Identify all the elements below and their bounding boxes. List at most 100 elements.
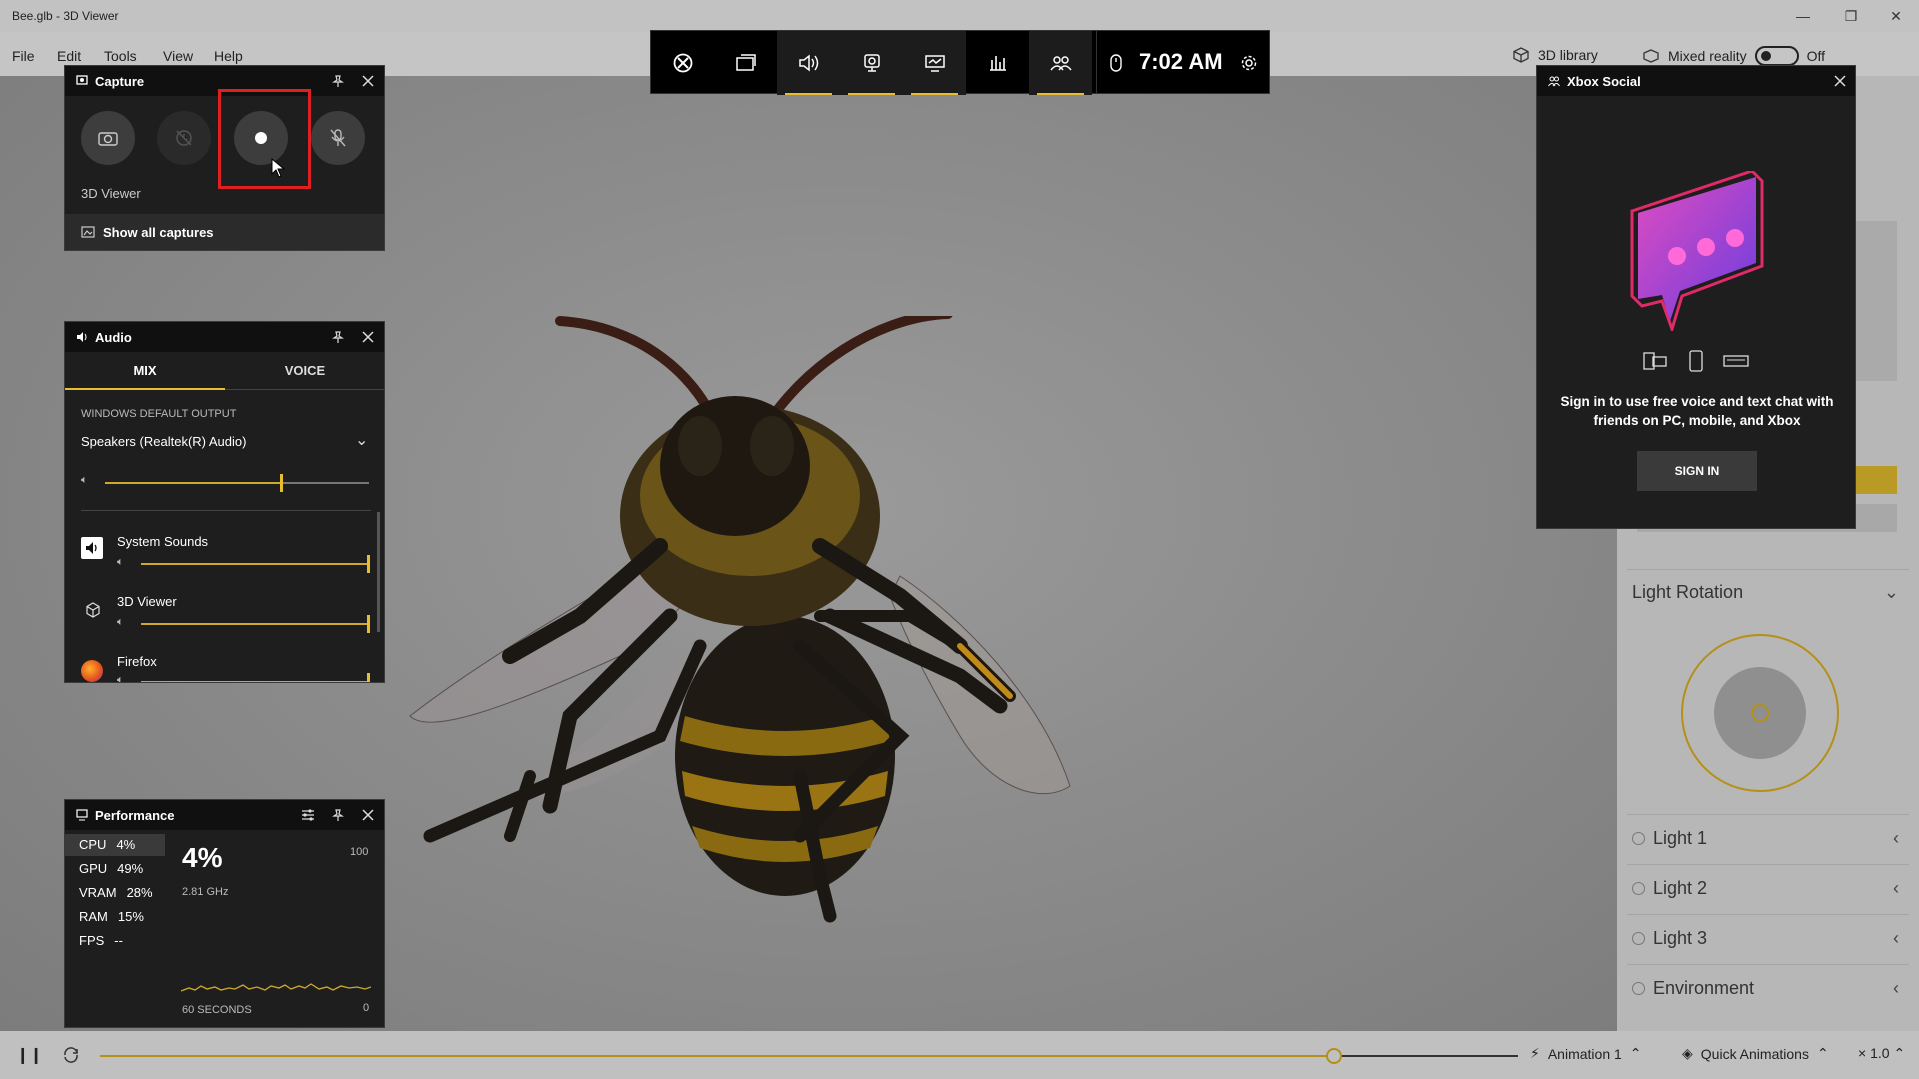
microphone-toggle-button[interactable] [311, 111, 365, 165]
slider-thumb[interactable] [367, 673, 370, 682]
tab-mix[interactable]: MIX [65, 352, 225, 390]
environment-item[interactable]: Environment [1632, 978, 1754, 999]
close-window-button[interactable]: ✕ [1873, 0, 1919, 32]
capture-app-label: 3D Viewer [81, 186, 141, 201]
volume-icon[interactable]: 🔈︎ [117, 674, 124, 682]
show-all-captures-button[interactable]: Show all captures [65, 214, 384, 250]
settings-button[interactable] [1231, 31, 1267, 95]
metric-gpu[interactable]: GPU 49% [79, 861, 143, 876]
settings-sliders-icon[interactable] [293, 800, 323, 830]
scale-min: 0 [363, 1002, 370, 1014]
xbox-game-bar: 7:02 AM [650, 30, 1270, 95]
tab-voice[interactable]: VOICE [225, 352, 384, 390]
metric-label: FPS [79, 933, 105, 948]
radio-button[interactable] [1632, 982, 1645, 995]
quick-animations-selector[interactable]: ◈ Quick Animations ⌃ [1682, 1045, 1829, 1062]
timeline-progress [100, 1055, 1334, 1057]
menu-tools[interactable]: Tools [104, 48, 137, 64]
metric-label: CPU [79, 837, 107, 852]
xbox-social-button[interactable] [1029, 31, 1092, 95]
mixed-reality-state: Off [1806, 48, 1826, 64]
slider-thumb[interactable] [367, 555, 370, 573]
light-1-item[interactable]: Light 1 [1632, 828, 1707, 849]
speed-selector[interactable]: × 1.0 ⌃ [1858, 1045, 1905, 1062]
menu-view[interactable]: View [163, 48, 193, 64]
xbox-social-widget: Xbox Social Sign in to use free voice an… [1536, 65, 1856, 529]
pause-icon[interactable]: ❙❙ [16, 1045, 43, 1065]
screenshot-button[interactable] [81, 111, 135, 165]
mixed-reality-toggle[interactable] [1754, 46, 1799, 66]
close-icon[interactable] [1825, 66, 1855, 96]
menu-help[interactable]: Help [214, 48, 243, 64]
minimize-button[interactable]: — [1780, 0, 1826, 32]
performance-header[interactable]: Performance [65, 800, 384, 830]
chevron-left-icon[interactable]: ‹ [1893, 828, 1899, 849]
record-last-button[interactable] [157, 111, 211, 165]
pin-icon[interactable] [323, 800, 353, 830]
timeline-thumb[interactable] [1326, 1048, 1342, 1064]
performance-title: Performance [95, 807, 175, 823]
radio-button[interactable] [1632, 932, 1645, 945]
friends-icon [1547, 74, 1561, 88]
camera-icon [98, 132, 118, 146]
restore-button[interactable]: ❐ [1828, 0, 1874, 32]
close-icon[interactable] [353, 322, 383, 352]
metric-vram[interactable]: VRAM 28% [79, 885, 153, 900]
light-1-label: Light 1 [1653, 828, 1708, 848]
cursor-icon [271, 158, 285, 178]
capture-button[interactable] [840, 31, 903, 95]
social-header[interactable]: Xbox Social [1537, 66, 1855, 96]
volume-icon[interactable]: 🔈︎ [117, 616, 124, 629]
scrollbar[interactable] [377, 512, 380, 632]
slider-thumb[interactable] [367, 615, 370, 633]
metric-value: 49% [117, 861, 144, 876]
mixed-reality-control[interactable]: Mixed reality Off [1642, 46, 1825, 66]
performance-button[interactable] [903, 31, 966, 95]
radio-button[interactable] [1632, 832, 1645, 845]
metric-cpu[interactable]: CPU 4% [79, 837, 135, 852]
firefox-volume-slider[interactable] [141, 673, 370, 682]
widget-menu-button[interactable] [714, 31, 777, 95]
sign-in-button[interactable]: SIGN IN [1637, 451, 1757, 491]
show-all-captures-label: Show all captures [103, 224, 214, 240]
volume-icon[interactable]: 🔈︎ [117, 556, 124, 569]
light-3-item[interactable]: Light 3 [1632, 928, 1707, 949]
device-name[interactable]: Speakers (Realtek(R) Audio) [81, 434, 246, 449]
audio-button[interactable] [777, 31, 840, 95]
audio-header[interactable]: Audio [65, 322, 384, 352]
metric-fps[interactable]: FPS -- [79, 933, 123, 948]
close-icon[interactable] [353, 800, 383, 830]
3d-viewer-volume-slider[interactable] [141, 615, 370, 633]
loop-icon[interactable] [62, 1046, 80, 1064]
system-sounds-volume-slider[interactable] [141, 555, 370, 573]
metric-ram[interactable]: RAM 15% [79, 909, 144, 924]
chevron-down-icon[interactable]: ⌄ [1884, 582, 1899, 603]
quick-animations-label: Quick Animations [1700, 1045, 1809, 1062]
mouse-button[interactable] [1101, 31, 1131, 95]
pin-icon[interactable] [323, 66, 353, 96]
performance-icon [924, 55, 945, 72]
menu-edit[interactable]: Edit [57, 48, 81, 64]
capture-icon [75, 74, 89, 88]
metric-value: -- [114, 933, 123, 948]
timeline-slider[interactable] [100, 1048, 1518, 1064]
xbox-button[interactable] [651, 31, 714, 95]
chevron-down-icon[interactable]: ⌄ [355, 430, 368, 450]
bee-model [409, 316, 1071, 923]
light-rotation-dial[interactable] [1679, 621, 1841, 796]
gallery-icon [81, 226, 95, 238]
3d-library-button[interactable]: 3D library [1512, 46, 1598, 64]
close-icon[interactable] [353, 66, 383, 96]
chevron-left-icon[interactable]: ‹ [1893, 978, 1899, 999]
pin-icon[interactable] [323, 322, 353, 352]
light-2-item[interactable]: Light 2 [1632, 878, 1707, 899]
resources-button[interactable] [966, 31, 1029, 95]
chevron-left-icon[interactable]: ‹ [1893, 878, 1899, 899]
slider-thumb[interactable] [280, 474, 283, 492]
master-volume-slider[interactable] [105, 474, 369, 492]
xbox-social-icon [1049, 56, 1072, 71]
menu-file[interactable]: File [12, 48, 35, 64]
animation-selector[interactable]: ⚡ Animation 1 ⌃ [1530, 1045, 1642, 1062]
radio-button[interactable] [1632, 882, 1645, 895]
chevron-left-icon[interactable]: ‹ [1893, 928, 1899, 949]
